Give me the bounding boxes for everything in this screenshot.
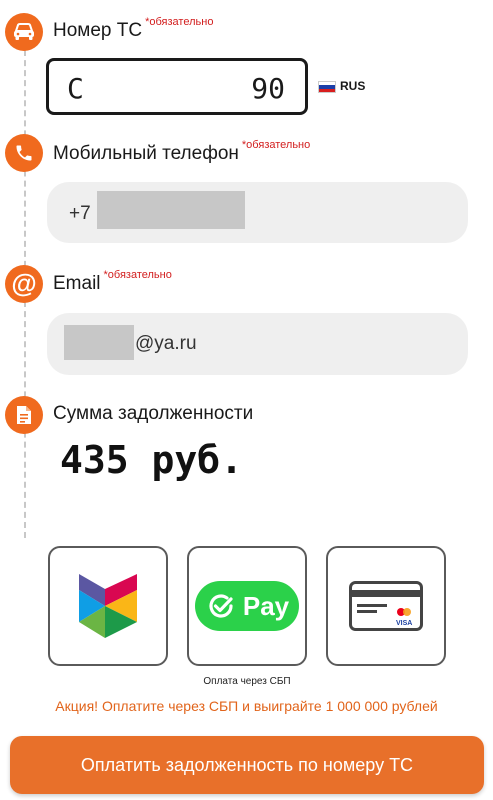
plate-input[interactable]: С 90 <box>46 58 308 115</box>
at-sign-icon: @ <box>5 265 43 303</box>
sbp-pay-button[interactable]: Pay <box>187 546 307 666</box>
pay-debt-button[interactable]: Оплатить задолженность по номеру ТС <box>10 736 484 794</box>
debt-label: Сумма задолженности <box>53 403 254 424</box>
redacted-email <box>64 325 134 360</box>
plate-letter: С <box>67 72 84 105</box>
phone-input[interactable]: +7 <box>47 182 468 243</box>
sbp-caption: Оплата через СБП <box>203 676 291 687</box>
email-label: Email *обязательно <box>53 269 172 294</box>
debt-amount: 435 руб. <box>60 438 244 482</box>
phone-label: Мобильный телефон *обязательно <box>53 139 311 164</box>
visa-text: VISA <box>396 620 412 627</box>
car-icon <box>5 13 43 51</box>
sbp-logo-icon <box>79 574 137 638</box>
email-domain: @ya.ru <box>135 333 197 354</box>
sbp-logo-button[interactable] <box>48 546 168 666</box>
required-marker: *обязательно <box>145 16 214 28</box>
phone-icon <box>5 134 43 172</box>
email-input[interactable]: @ya.ru <box>47 313 468 375</box>
bank-card-icon: VISA <box>349 581 423 631</box>
promo-text: Акция! Оплатите через СБП и выиграйте 1 … <box>55 698 438 714</box>
russia-flag-icon <box>318 81 336 93</box>
bank-card-button[interactable]: VISA <box>326 546 446 666</box>
document-icon <box>5 396 43 434</box>
country-code: RUS <box>340 79 366 93</box>
sbp-pay-icon: Pay <box>195 581 299 631</box>
pay-text: Pay <box>242 590 290 621</box>
phone-prefix: +7 <box>69 203 91 224</box>
required-marker: *обязательно <box>103 269 172 281</box>
plate-label: Номер ТС *обязательно <box>53 16 214 41</box>
plate-digits: 90 <box>251 72 285 105</box>
redacted-phone <box>97 191 245 229</box>
required-marker: *обязательно <box>241 139 311 151</box>
